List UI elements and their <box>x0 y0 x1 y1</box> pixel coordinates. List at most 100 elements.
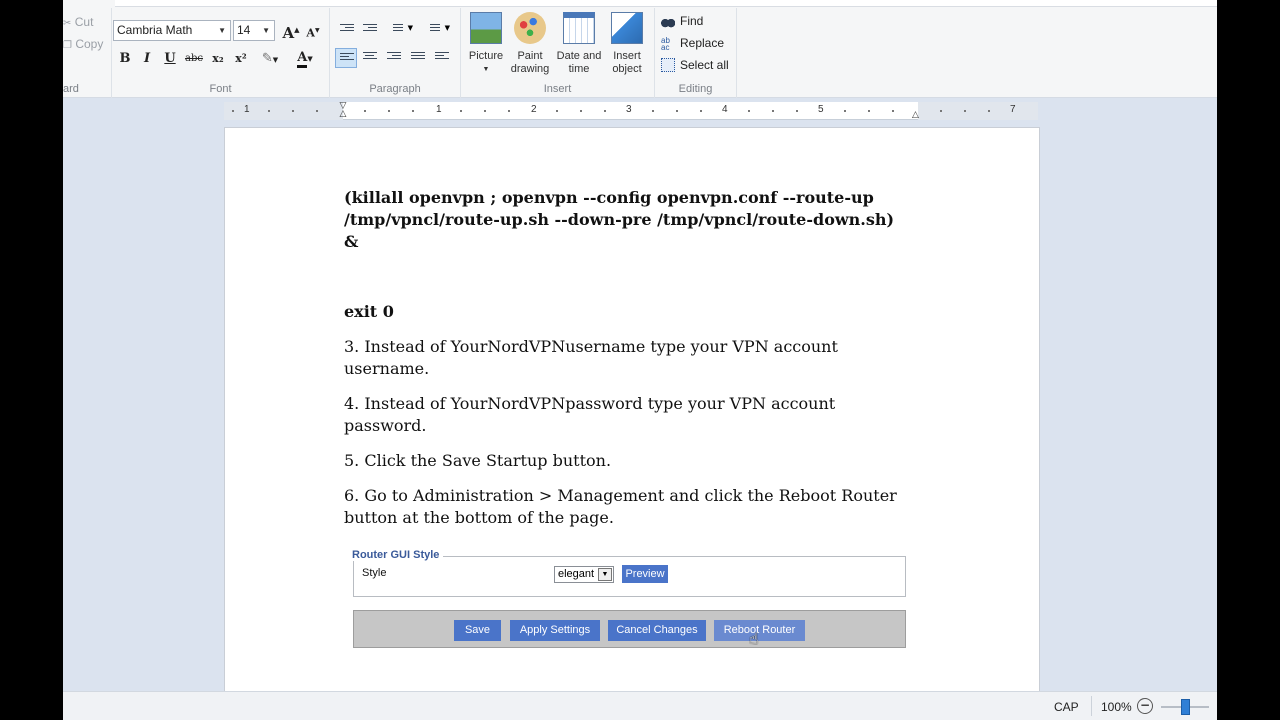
align-right-icon <box>387 52 401 63</box>
hand-cursor-icon: ☝ <box>749 629 759 648</box>
ruler-number: 3 <box>626 104 632 115</box>
router-gui-style-fieldset: Router GUI Style Style elegant ▼ Preview <box>348 549 906 597</box>
status-divider <box>1091 696 1092 716</box>
ruler-number: 7 <box>1010 104 1016 115</box>
font-group: Cambria Math ▼ 14 ▼ A▲ A▼ B I U abc x₂ x… <box>112 8 330 98</box>
indent-marker-icon[interactable]: ▽ △ <box>338 102 348 120</box>
select-all-button[interactable]: Select all <box>661 56 729 74</box>
paragraph-group-label: Paragraph <box>369 83 421 95</box>
align-left-button[interactable] <box>335 48 357 68</box>
paragraph-icon <box>435 52 449 63</box>
router-reboot-button: Reboot Router <box>714 620 805 641</box>
copy-label: Copy <box>75 37 104 51</box>
strikethrough-icon: abc <box>185 53 203 64</box>
justify-button[interactable] <box>407 48 429 68</box>
router-save-button: Save <box>454 620 501 641</box>
paint-drawing-button[interactable]: Paint drawing <box>505 12 555 76</box>
router-style-value: elegant <box>558 568 595 580</box>
paragraph-settings-button[interactable] <box>431 48 453 68</box>
text-color-button[interactable]: A▼ <box>290 48 320 68</box>
object-icon <box>611 12 643 44</box>
subscript-icon: x₂ <box>212 52 224 65</box>
router-style-select: elegant ▼ <box>554 566 614 583</box>
font-size-dropdown[interactable]: 14 ▼ <box>233 20 275 41</box>
font-size-value: 14 <box>237 23 251 37</box>
highlighter-icon: ✎ <box>261 51 273 66</box>
find-button[interactable]: Find <box>661 12 703 30</box>
underline-button[interactable]: U <box>159 49 181 69</box>
bullet-list-button[interactable]: ▼ <box>385 20 413 40</box>
screen-border-left <box>0 0 63 720</box>
command-line-1: (killall openvpn ; openvpn --config open… <box>344 188 874 207</box>
replace-icon: ab ac <box>661 36 670 52</box>
font-family-value: Cambria Math <box>117 23 193 37</box>
italic-icon: I <box>143 51 151 66</box>
zoom-out-button[interactable]: − <box>1137 698 1153 714</box>
subscript-button[interactable]: x₂ <box>207 49 229 69</box>
shrink-font-button[interactable]: A▼ <box>302 21 324 41</box>
insert-object-button[interactable]: Insert object <box>602 12 652 76</box>
align-right-button[interactable] <box>383 48 405 68</box>
grow-font-button[interactable]: A▲ <box>280 20 302 42</box>
insert-picture-button[interactable]: Picture ▼ <box>461 12 511 76</box>
clipboard-group: ✂ Cut ❐ Copy ard <box>63 8 112 98</box>
strikethrough-button[interactable]: abc <box>183 49 205 69</box>
step-5-text: 5. Click the Save Startup button. <box>344 451 612 470</box>
right-indent-marker-icon[interactable]: △ <box>912 110 919 120</box>
highlight-button[interactable]: ✎▼ <box>255 49 285 69</box>
justify-icon <box>411 52 425 63</box>
find-label: Find <box>680 14 704 28</box>
align-left-icon <box>340 53 354 64</box>
ruler-number: 4 <box>722 104 728 115</box>
picture-icon <box>470 12 502 44</box>
ribbon: ✂ Cut ❐ Copy ard Cambria Math ▼ 14 ▼ A▲ … <box>63 0 1217 98</box>
date-time-button[interactable]: Date and time <box>554 12 604 76</box>
bold-button[interactable]: B <box>114 49 136 69</box>
status-bar: CAP 100% − <box>63 691 1217 720</box>
align-center-icon <box>363 52 377 63</box>
document-page[interactable]: (killall openvpn ; openvpn --config open… <box>224 127 1040 707</box>
replace-label: Replace <box>680 36 725 50</box>
increase-indent-icon <box>363 24 377 35</box>
step-3-text: 3. Instead of YourNordVPNusername type y… <box>344 337 838 378</box>
superscript-button[interactable]: x² <box>230 49 252 69</box>
decrease-indent-button[interactable] <box>336 20 358 40</box>
chevron-down-icon: ▼ <box>262 26 270 35</box>
italic-button[interactable]: I <box>136 49 158 69</box>
step-4-text: 4. Instead of YourNordVPNpassword type y… <box>344 394 836 435</box>
step-6-text: 6. Go to Administration > Management and… <box>344 486 897 527</box>
date-time-label: Date and time <box>556 50 602 75</box>
copy-icon: ❐ <box>63 40 72 51</box>
insert-group: Picture ▼ Paint drawing Date and time In… <box>461 8 655 98</box>
command-line-2: /tmp/vpncl/route-up.sh --down-pre /tmp/v… <box>344 210 895 229</box>
shrink-font-icon: A <box>306 26 315 40</box>
copy-button[interactable]: ❐ Copy <box>63 37 103 51</box>
router-style-label: Style <box>362 567 387 579</box>
text-color-icon: A <box>297 51 308 68</box>
font-family-dropdown[interactable]: Cambria Math ▼ <box>113 20 231 41</box>
line-spacing-icon <box>426 24 440 35</box>
replace-button[interactable]: ab ac Replace <box>661 34 724 52</box>
align-center-button[interactable] <box>359 48 381 68</box>
decrease-indent-icon <box>340 24 354 35</box>
binoculars-icon <box>661 14 675 28</box>
wordpad-window: ✂ Cut ❐ Copy ard Cambria Math ▼ 14 ▼ A▲ … <box>63 0 1217 720</box>
router-cancel-changes-button: Cancel Changes <box>608 620 706 641</box>
cut-button[interactable]: ✂ Cut <box>63 15 93 29</box>
insert-group-label: Insert <box>543 83 572 95</box>
router-button-bar: Save Apply Settings Cancel Changes Reboo… <box>353 610 906 648</box>
calendar-clock-icon <box>563 12 595 44</box>
grow-font-icon: A <box>282 24 295 42</box>
font-group-label: Font <box>209 83 232 95</box>
router-apply-settings-button: Apply Settings <box>510 620 600 641</box>
zoom-slider-thumb[interactable] <box>1181 699 1190 715</box>
zoom-slider[interactable] <box>1161 699 1209 715</box>
line-spacing-button[interactable]: ▼ <box>422 20 450 40</box>
increase-indent-button[interactable] <box>359 20 381 40</box>
editing-group: Find ab ac Replace Select all Editing <box>655 8 737 98</box>
ruler[interactable]: 1 ▽ △ 1 2 3 4 5 △ 7 <box>224 102 1038 120</box>
caps-lock-indicator: CAP <box>1054 700 1079 714</box>
zoom-level: 100% <box>1101 700 1132 714</box>
scissors-icon: ✂ <box>63 18 72 29</box>
ruler-number: 1 <box>436 104 442 115</box>
